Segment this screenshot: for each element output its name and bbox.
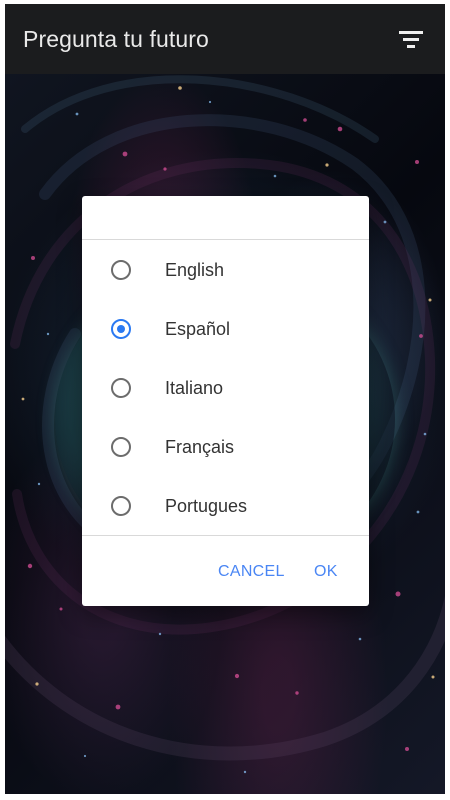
language-dialog: English Español Italiano Français Portug… — [82, 196, 369, 606]
language-option-label: Italiano — [165, 377, 224, 398]
language-option-label: Español — [165, 318, 231, 339]
cancel-button[interactable]: CANCEL — [218, 560, 290, 584]
language-option-italiano[interactable]: Italiano — [82, 359, 369, 417]
app-title: Pregunta tu futuro — [23, 25, 209, 52]
radio-italiano-unchecked-icon — [111, 378, 131, 398]
filter-icon — [399, 31, 423, 48]
language-option-label: Portugues — [165, 495, 248, 516]
ok-button[interactable]: OK — [314, 560, 346, 584]
language-option-label: Français — [165, 436, 235, 457]
top-app-bar: Pregunta tu futuro — [5, 4, 445, 74]
language-option-francais[interactable]: Français — [82, 418, 369, 476]
language-option-english[interactable]: English — [82, 241, 369, 299]
radio-espanol-checked-icon — [111, 319, 131, 339]
radio-english-unchecked-icon — [111, 260, 131, 280]
language-option-label: English — [165, 259, 225, 280]
dialog-top-divider — [82, 239, 369, 240]
radio-portugues-unchecked-icon — [111, 496, 131, 516]
filter-button[interactable] — [387, 15, 435, 63]
radio-francais-unchecked-icon — [111, 437, 131, 457]
language-option-espanol[interactable]: Español — [82, 300, 369, 358]
dialog-bottom-divider — [82, 535, 369, 536]
language-option-portugues[interactable]: Portugues — [82, 477, 369, 535]
